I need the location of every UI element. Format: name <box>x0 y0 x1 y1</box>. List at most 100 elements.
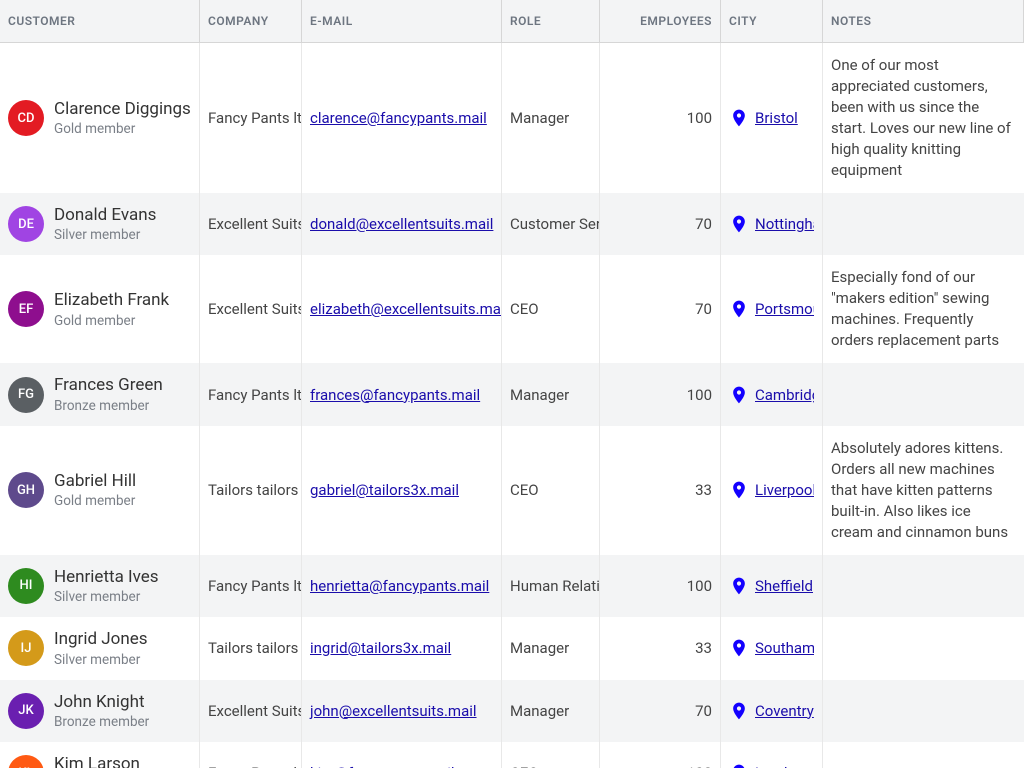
customer-cell[interactable]: GH Gabriel Hill Gold member <box>0 426 200 555</box>
notes-cell <box>823 742 1024 768</box>
city-link[interactable]: Sheffield <box>755 577 813 595</box>
customer-title: Bronze member <box>54 714 149 730</box>
email-link[interactable]: john@excellentsuits.mail <box>310 702 477 720</box>
map-pin-icon[interactable] <box>729 761 749 768</box>
avatar: FG <box>8 377 44 413</box>
map-pin-icon[interactable] <box>729 574 749 598</box>
notes-cell: One of our most appreciated customers, b… <box>823 43 1024 193</box>
city-cell: Cambridge <box>721 363 823 425</box>
avatar: EF <box>8 291 44 327</box>
city-cell: Bristol <box>721 43 823 193</box>
customer-cell[interactable]: EF Elizabeth Frank Gold member <box>0 255 200 363</box>
email-link[interactable]: frances@fancypants.mail <box>310 386 480 404</box>
customer-name: Donald Evans <box>54 205 156 225</box>
avatar: CD <box>8 100 44 136</box>
column-header-city[interactable]: City <box>721 0 823 43</box>
customer-name: Elizabeth Frank <box>54 290 169 310</box>
employees-cell: 33 <box>600 426 721 555</box>
city-link[interactable]: Southampton <box>755 639 814 657</box>
city-cell: Southampton <box>721 617 823 679</box>
customer-cell[interactable]: CD Clarence Diggings Gold member <box>0 43 200 193</box>
map-pin-icon[interactable] <box>729 383 749 407</box>
customer-info: Frances Green Bronze member <box>54 375 163 413</box>
customer-title: Gold member <box>54 121 191 137</box>
customer-cell[interactable]: IJ Ingrid Jones Silver member <box>0 617 200 679</box>
customer-cell[interactable]: HI Henrietta Ives Silver member <box>0 555 200 617</box>
notes-cell <box>823 617 1024 679</box>
city-link[interactable]: Coventry <box>755 702 814 720</box>
email-link[interactable]: donald@excellentsuits.mail <box>310 215 493 233</box>
map-pin-icon[interactable] <box>729 699 749 723</box>
map-pin-icon[interactable] <box>729 106 749 130</box>
map-pin-icon[interactable] <box>729 478 749 502</box>
role-cell: Manager <box>502 363 600 425</box>
role-cell: Manager <box>502 680 600 742</box>
customer-name: Gabriel Hill <box>54 471 136 491</box>
company-cell: Tailors tailors <box>200 617 302 679</box>
city-link[interactable]: Nottingham <box>755 215 814 233</box>
email-cell: kim@fancypants.mail <box>302 742 502 768</box>
city-link[interactable]: Bristol <box>755 109 798 127</box>
city-link[interactable]: Liverpool <box>755 481 814 499</box>
company-cell: Fancy Pants ltd <box>200 742 302 768</box>
notes-cell <box>823 193 1024 255</box>
email-link[interactable]: kim@fancypants.mail <box>310 764 455 768</box>
company-cell: Excellent Suits <box>200 680 302 742</box>
company-cell: Tailors tailors <box>200 426 302 555</box>
role-cell: Customer Service <box>502 193 600 255</box>
city-link[interactable]: Portsmouth <box>755 300 814 318</box>
customer-cell[interactable]: FG Frances Green Bronze member <box>0 363 200 425</box>
avatar: KL <box>8 755 44 768</box>
role-cell: CEO <box>502 255 600 363</box>
column-header-company[interactable]: Company <box>200 0 302 43</box>
company-cell: Fancy Pants ltd <box>200 555 302 617</box>
customer-name: Frances Green <box>54 375 163 395</box>
customer-title: Silver member <box>54 652 148 668</box>
city-link[interactable]: Leeds <box>755 764 795 768</box>
notes-cell <box>823 555 1024 617</box>
role-cell: Human Relations <box>502 555 600 617</box>
column-header-email[interactable]: E-mail <box>302 0 502 43</box>
email-link[interactable]: clarence@fancypants.mail <box>310 109 487 127</box>
role-cell: Manager <box>502 617 600 679</box>
customer-name: John Knight <box>54 692 149 712</box>
email-cell: john@excellentsuits.mail <box>302 680 502 742</box>
city-link[interactable]: Cambridge <box>755 386 814 404</box>
map-pin-icon[interactable] <box>729 297 749 321</box>
employees-cell: 70 <box>600 193 721 255</box>
map-pin-icon[interactable] <box>729 636 749 660</box>
email-cell: donald@excellentsuits.mail <box>302 193 502 255</box>
map-pin-icon[interactable] <box>729 212 749 236</box>
avatar: JK <box>8 693 44 729</box>
column-header-role[interactable]: Role <box>502 0 600 43</box>
city-cell: Sheffield <box>721 555 823 617</box>
customer-name: Clarence Diggings <box>54 99 191 119</box>
company-cell: Fancy Pants ltd <box>200 43 302 193</box>
avatar: HI <box>8 568 44 604</box>
avatar: DE <box>8 206 44 242</box>
column-header-customer[interactable]: Customer <box>0 0 200 43</box>
notes-cell: Absolutely adores kittens. Orders all ne… <box>823 426 1024 555</box>
customer-cell[interactable]: JK John Knight Bronze member <box>0 680 200 742</box>
company-cell: Fancy Pants ltd <box>200 363 302 425</box>
employees-cell: 100 <box>600 363 721 425</box>
customer-title: Silver member <box>54 227 156 243</box>
email-cell: frances@fancypants.mail <box>302 363 502 425</box>
customer-cell[interactable]: KL Kim Larson Gold member <box>0 742 200 768</box>
notes-cell: Especially fond of our "makers edition" … <box>823 255 1024 363</box>
customer-info: Donald Evans Silver member <box>54 205 156 243</box>
city-cell: Nottingham <box>721 193 823 255</box>
employees-cell: 100 <box>600 742 721 768</box>
role-cell: CEO <box>502 742 600 768</box>
employees-cell: 100 <box>600 555 721 617</box>
email-link[interactable]: henrietta@fancypants.mail <box>310 577 489 595</box>
column-header-employees[interactable]: Employees <box>600 0 721 43</box>
avatar: GH <box>8 472 44 508</box>
role-cell: Manager <box>502 43 600 193</box>
email-link[interactable]: gabriel@tailors3x.mail <box>310 481 459 499</box>
email-link[interactable]: elizabeth@excellentsuits.mail <box>310 300 502 318</box>
city-cell: Portsmouth <box>721 255 823 363</box>
column-header-notes[interactable]: Notes <box>823 0 1024 43</box>
customer-cell[interactable]: DE Donald Evans Silver member <box>0 193 200 255</box>
email-link[interactable]: ingrid@tailors3x.mail <box>310 639 451 657</box>
